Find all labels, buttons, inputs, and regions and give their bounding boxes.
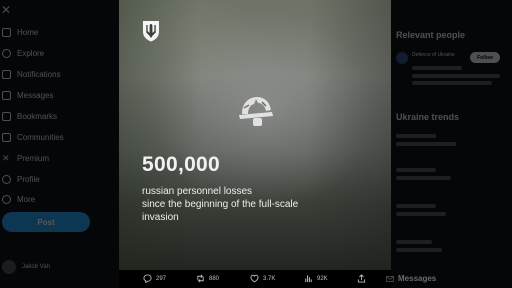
nav-notifications-label: Notifications xyxy=(17,69,61,79)
trend-line[interactable] xyxy=(396,248,442,252)
follow-button[interactable]: Follow xyxy=(470,52,500,63)
nav-profile[interactable]: Profile xyxy=(2,171,40,187)
trend-line[interactable] xyxy=(396,142,456,146)
relevant-handle-line xyxy=(412,66,462,70)
nav-profile-label: Profile xyxy=(17,174,40,184)
x-logo-icon[interactable]: ✕ xyxy=(1,3,15,17)
nav-more-label: More xyxy=(17,194,36,204)
bell-icon xyxy=(2,69,11,79)
relevant-bio-line xyxy=(412,81,492,85)
relevant-people-heading: Relevant people xyxy=(396,30,466,40)
caption-line: russian personnel losses xyxy=(142,186,253,197)
losses-number: 500,000 xyxy=(142,153,221,176)
share-icon xyxy=(357,274,366,283)
caption-line: invasion xyxy=(142,212,179,223)
nav-messages-label: Messages xyxy=(17,90,54,100)
reply-icon xyxy=(143,274,152,283)
more-icon xyxy=(2,194,11,204)
heart-icon xyxy=(250,274,259,283)
nav-more[interactable]: More xyxy=(2,191,35,207)
ministry-emblem-icon xyxy=(143,21,159,42)
media-image[interactable]: 500,000 russian personnel losses since t… xyxy=(119,0,391,270)
side-navigation: ✕ Home Explore Notifications Messages Bo… xyxy=(0,0,118,288)
losses-caption: russian personnel losses since the begin… xyxy=(142,185,342,224)
home-icon xyxy=(2,27,11,37)
nav-messages[interactable]: Messages xyxy=(2,87,53,103)
avatar xyxy=(2,260,16,274)
share-button[interactable] xyxy=(357,274,366,283)
mail-icon xyxy=(2,90,11,100)
relevant-avatar[interactable] xyxy=(396,52,408,64)
trend-line[interactable] xyxy=(396,176,451,180)
nav-home-label: Home xyxy=(17,27,39,37)
people-icon xyxy=(2,132,11,142)
repost-icon xyxy=(197,274,204,283)
nav-premium-label: Premium xyxy=(17,153,50,163)
right-column: Relevant people Defence of Ukraine Follo… xyxy=(392,0,512,288)
mail-icon xyxy=(386,276,394,282)
trend-line[interactable] xyxy=(396,240,432,244)
trend-line[interactable] xyxy=(396,134,436,138)
messages-drawer[interactable]: Messages xyxy=(398,274,436,283)
trend-line[interactable] xyxy=(396,168,436,172)
nav-communities[interactable]: Communities xyxy=(2,129,64,145)
views-button[interactable]: 92K xyxy=(304,274,328,283)
helmet-icon xyxy=(239,97,273,126)
person-icon xyxy=(2,174,11,184)
account-name: Jakob Vah xyxy=(22,264,50,270)
nav-communities-label: Communities xyxy=(17,132,64,142)
relevant-bio-line xyxy=(412,74,500,78)
x-icon: ✕ xyxy=(2,152,10,163)
relevant-name[interactable]: Defence of Ukraine xyxy=(412,52,455,58)
media-action-bar: 297 880 3.7K 92K xyxy=(119,270,391,288)
nav-premium[interactable]: ✕ Premium xyxy=(2,150,49,166)
like-button[interactable]: 3.7K xyxy=(250,274,275,283)
caption-line: since the beginning of the full-scale xyxy=(142,199,299,210)
views-icon xyxy=(305,275,312,283)
reply-button[interactable]: 297 xyxy=(143,274,166,283)
like-count: 3.7K xyxy=(263,275,276,282)
bookmark-icon xyxy=(2,111,11,121)
trend-line[interactable] xyxy=(396,212,446,216)
trend-line[interactable] xyxy=(396,204,436,208)
nav-bookmarks[interactable]: Bookmarks xyxy=(2,108,57,124)
nav-explore-label: Explore xyxy=(17,48,45,58)
search-icon xyxy=(2,48,11,58)
views-count: 92K xyxy=(317,275,328,282)
trends-heading: Ukraine trends xyxy=(396,112,460,122)
post-button[interactable]: Post xyxy=(2,212,90,232)
repost-count: 880 xyxy=(209,275,220,282)
nav-explore[interactable]: Explore xyxy=(2,45,44,61)
nav-home[interactable]: Home xyxy=(2,24,38,40)
account-switcher[interactable]: Jakob Vah xyxy=(2,260,50,274)
nav-bookmarks-label: Bookmarks xyxy=(17,111,58,121)
reply-count: 297 xyxy=(156,275,167,282)
repost-button[interactable]: 880 xyxy=(196,274,219,283)
nav-notifications[interactable]: Notifications xyxy=(2,66,61,82)
